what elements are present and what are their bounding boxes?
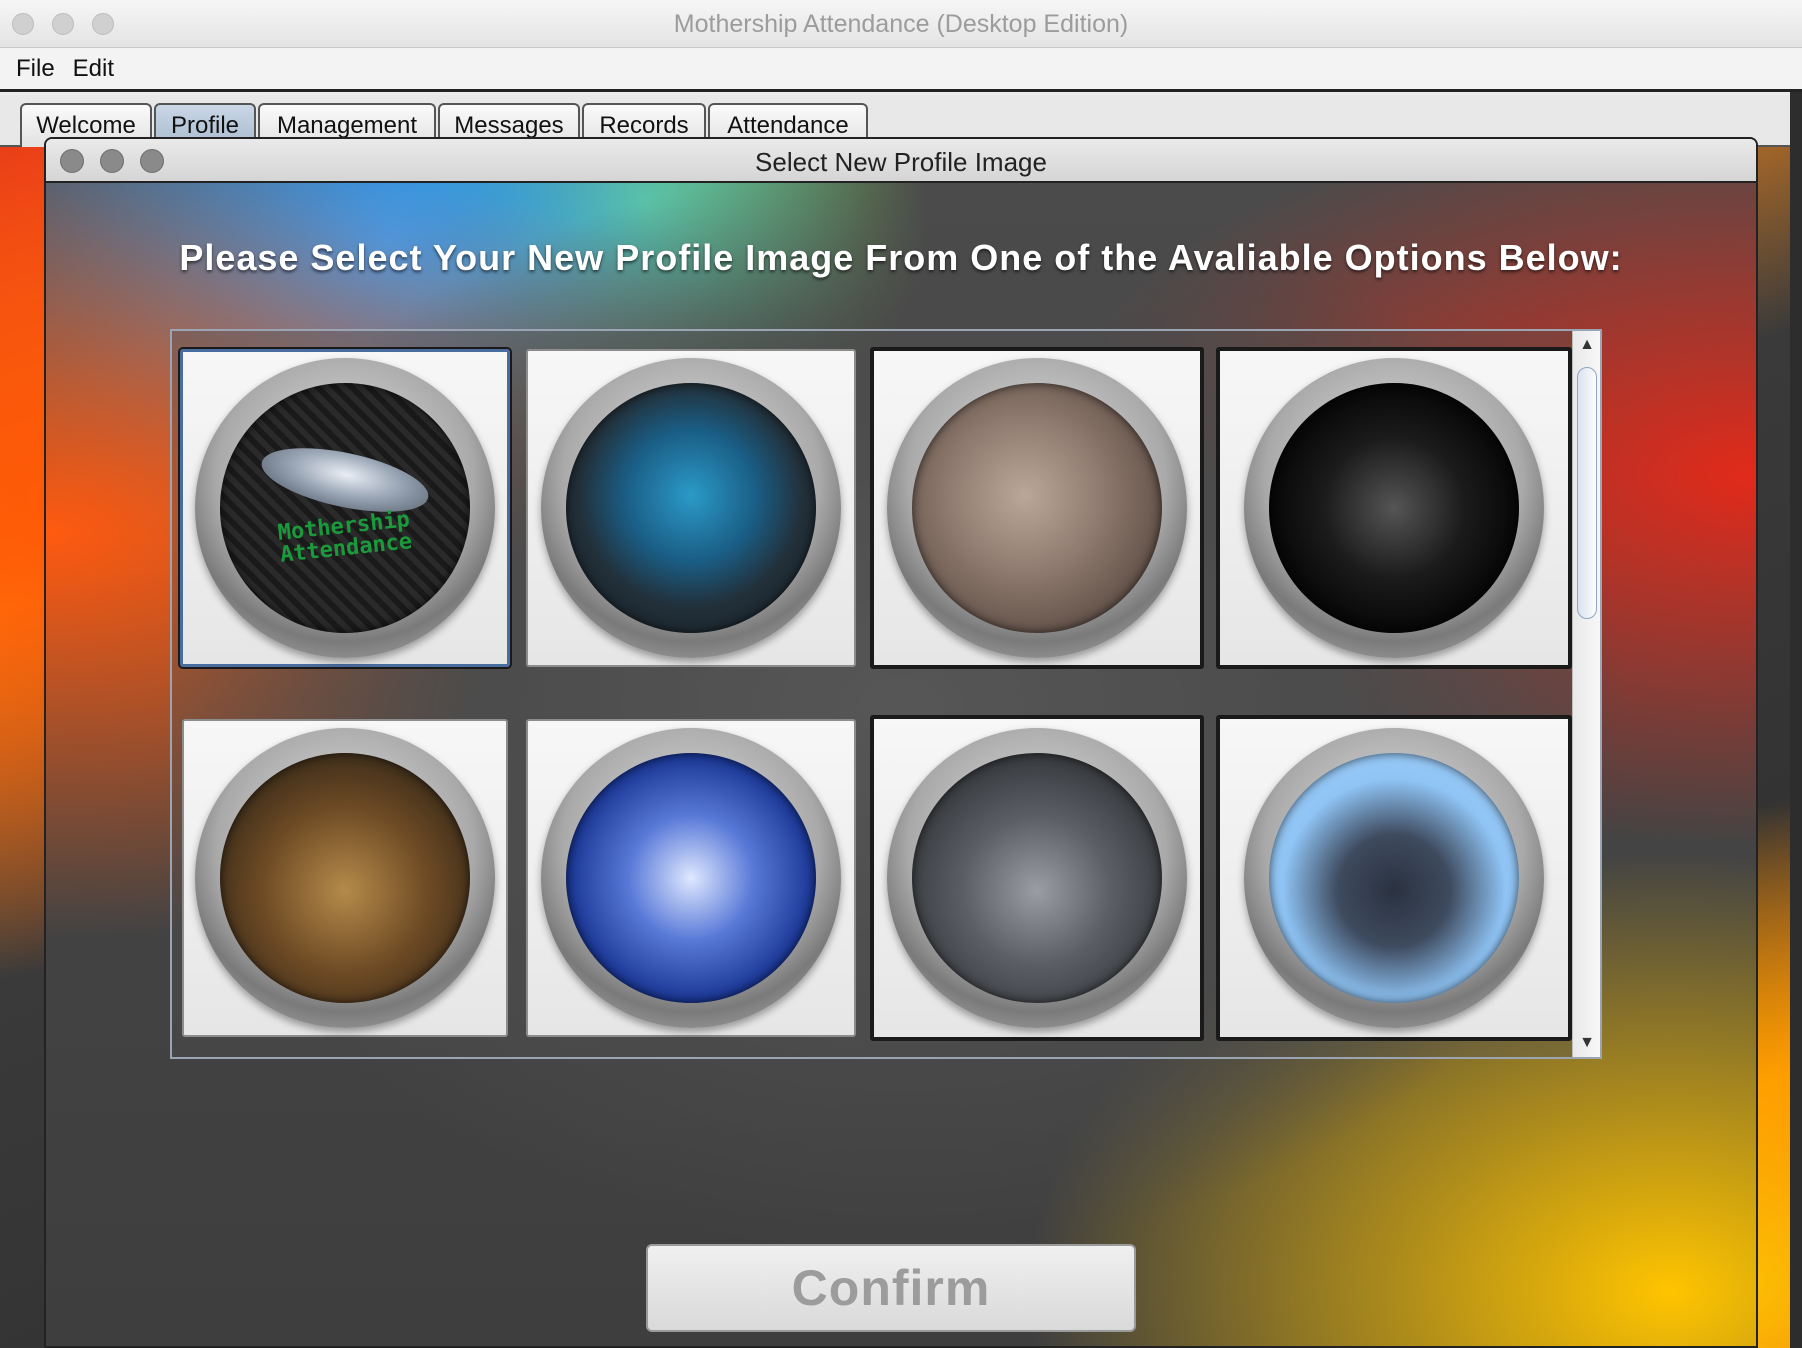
ufo-image-icon: Mothership Attendance [220, 383, 470, 633]
image-frame [541, 358, 841, 658]
sports-car-image-icon [912, 753, 1162, 1003]
confirm-button[interactable]: Confirm [646, 1244, 1136, 1332]
image-option-1[interactable]: Mothership Attendance [180, 349, 510, 667]
app-window: Mothership Attendance (Desktop Edition) … [0, 0, 1802, 1348]
dialog-titlebar[interactable]: Select New Profile Image [46, 139, 1756, 183]
image-frame [1244, 728, 1544, 1028]
image-frame [887, 358, 1187, 658]
dialog-body: Please Select Your New Profile Image Fro… [46, 183, 1756, 1346]
image-option-3[interactable] [870, 347, 1204, 669]
scroll-down-arrow-icon[interactable]: ▼ [1573, 1029, 1601, 1057]
window-titlebar[interactable]: Mothership Attendance (Desktop Edition) [0, 0, 1802, 48]
image-grid-panel: Mothership Attendance ▲ ▼ [170, 329, 1602, 1059]
image-option-5[interactable] [182, 719, 508, 1037]
dialog-heading: Please Select Your New Profile Image Fro… [179, 237, 1623, 278]
dinosaur-image-icon [912, 383, 1162, 633]
image-option-8[interactable] [1216, 715, 1572, 1041]
menubar: File Edit [0, 48, 1802, 92]
image-option-6[interactable] [526, 719, 856, 1037]
menu-file[interactable]: File [16, 55, 55, 83]
ice-cave-image-icon [566, 753, 816, 1003]
image-frame [887, 728, 1187, 1028]
main-window-edge [1790, 92, 1802, 1348]
image-frame [541, 728, 841, 1028]
image-frame [1244, 358, 1544, 658]
image-frame [195, 728, 495, 1028]
menu-edit[interactable]: Edit [73, 55, 114, 83]
select-profile-image-dialog: Select New Profile Image Please Select Y… [44, 137, 1758, 1348]
image-frame: Mothership Attendance [195, 358, 495, 658]
image-option-4[interactable] [1216, 347, 1572, 669]
scrollbar-thumb[interactable] [1577, 367, 1597, 619]
helicopter-image-icon [1269, 753, 1519, 1003]
blue-truck-image-icon [566, 383, 816, 633]
image-option-2[interactable] [526, 349, 856, 667]
dialog-title: Select New Profile Image [755, 147, 1047, 177]
stealth-jet-image-icon [1269, 383, 1519, 633]
scroll-up-arrow-icon[interactable]: ▲ [1573, 331, 1601, 359]
lions-image-icon [220, 753, 470, 1003]
window-title: Mothership Attendance (Desktop Edition) [673, 10, 1129, 38]
image-option-7[interactable] [870, 715, 1204, 1041]
image-grid-scrollbar[interactable]: ▲ ▼ [1572, 331, 1600, 1057]
mothership-logo: Mothership Attendance [277, 507, 414, 568]
